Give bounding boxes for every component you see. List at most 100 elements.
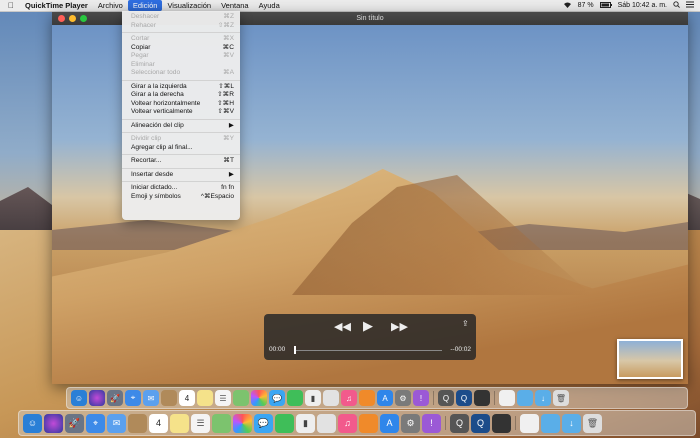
menu-separator (122, 118, 240, 120)
rewind-button[interactable]: ◀◀ (334, 320, 351, 333)
notes-icon[interactable] (170, 413, 189, 433)
screenshot-thumbnail[interactable] (617, 339, 683, 379)
battery-percent[interactable]: 87 % (578, 2, 594, 9)
battery-icon[interactable] (599, 1, 612, 10)
photos-icon[interactable] (251, 390, 267, 406)
menu-item-start-dictation[interactable]: Iniciar dictado... fn fn (122, 184, 240, 193)
launchpad-icon[interactable]: 🚀 (65, 413, 84, 433)
appstore-icon[interactable]: A (377, 390, 393, 406)
keynote-icon[interactable] (317, 413, 336, 433)
reminders-icon[interactable]: ☰ (191, 413, 210, 433)
mail-icon[interactable]: ✉ (143, 390, 159, 406)
menu-item-split-clip[interactable]: Dividir clip ⌘Y (122, 135, 240, 144)
downloads-icon[interactable]: ↓ (535, 390, 551, 406)
settings-icon[interactable]: ⚙ (401, 413, 420, 433)
menu-item-flip-horizontal[interactable]: Voltear horizontalmente ⇧⌘H (122, 100, 240, 109)
wifi-icon[interactable] (563, 1, 572, 10)
books-icon[interactable] (359, 390, 375, 406)
trash-icon[interactable]: 🗑 (583, 413, 602, 433)
quicktime-icon[interactable]: Q (438, 390, 454, 406)
clock[interactable]: Sáb 10:42 a. m. (618, 2, 667, 9)
menu-separator (122, 132, 240, 133)
menu-separator (122, 181, 240, 182)
notes-icon[interactable] (197, 390, 213, 406)
maps-icon[interactable] (233, 390, 249, 406)
calendar-icon[interactable]: 4 (149, 413, 168, 433)
menu-item-add-clip-end[interactable]: Agregar clip al final... (122, 144, 240, 153)
keynote-icon[interactable] (323, 390, 339, 406)
appstore-icon[interactable]: A (380, 413, 399, 433)
feedback-icon[interactable]: ! (422, 413, 441, 433)
menu-item-trim[interactable]: Recortar... ⌘T (122, 157, 240, 166)
contacts-icon[interactable] (128, 413, 147, 433)
folder-icon[interactable] (541, 413, 560, 433)
menu-item-delete[interactable]: Eliminar (122, 61, 240, 70)
mail-icon[interactable]: ✉ (107, 413, 126, 433)
facetime-icon[interactable] (287, 390, 303, 406)
settings-icon[interactable]: ⚙ (395, 390, 411, 406)
contacts-icon[interactable] (161, 390, 177, 406)
document-icon[interactable] (520, 413, 539, 433)
menu-item-flip-vertical[interactable]: Voltear verticalmente ⇧⌘V (122, 108, 240, 117)
quicktime-icon[interactable]: Q (450, 413, 469, 433)
menu-item-rotate-right[interactable]: Girar a la derecha ⇧⌘R (122, 91, 240, 100)
menu-item-cut[interactable]: Cortar ⌘X (122, 35, 240, 44)
siri-icon[interactable] (89, 390, 105, 406)
menu-item-insert-from[interactable]: Insertar desde ▶ (122, 171, 240, 180)
menu-app-name[interactable]: QuickTime Player (20, 0, 93, 11)
menu-item-paste[interactable]: Pegar ⌘V (122, 52, 240, 61)
photos-icon[interactable] (233, 413, 252, 433)
menu-ventana[interactable]: Ventana (216, 0, 254, 11)
books-icon[interactable] (359, 413, 378, 433)
numbers-icon[interactable]: ▮ (296, 413, 315, 433)
finder-icon[interactable]: ☺ (23, 413, 42, 433)
siri-icon[interactable] (44, 413, 63, 433)
menu-item-redo[interactable]: Rehacer ⇧⌘Z (122, 22, 240, 31)
document-icon[interactable] (499, 390, 515, 406)
finder-icon[interactable]: ☺ (71, 390, 87, 406)
menu-separator (122, 167, 240, 169)
current-time: 00:00 (269, 346, 286, 353)
share-button[interactable]: ⇪ (462, 319, 469, 328)
feedback-icon[interactable]: ! (413, 390, 429, 406)
itunes-icon[interactable]: ♫ (341, 390, 357, 406)
reminders-icon[interactable]: ☰ (215, 390, 231, 406)
menu-archivo[interactable]: Archivo (93, 0, 128, 11)
folder-icon[interactable] (517, 390, 533, 406)
notification-center-icon[interactable] (686, 1, 694, 10)
launchpad-icon[interactable]: 🚀 (107, 390, 123, 406)
calendar-icon[interactable]: 4 (179, 390, 195, 406)
search-icon[interactable] (673, 1, 680, 10)
safari-icon[interactable]: ⌖ (86, 413, 105, 433)
utility-icon[interactable] (492, 413, 511, 433)
quicktime-player-icon[interactable]: Q (471, 413, 490, 433)
facetime-icon[interactable] (275, 413, 294, 433)
scrubber-handle[interactable] (294, 346, 296, 354)
dock-separator (445, 416, 446, 430)
scrubber-track[interactable] (294, 350, 442, 351)
menu-item-select-all[interactable]: Seleccionar todo ⌘A (122, 69, 240, 78)
utility-icon[interactable] (474, 390, 490, 406)
menu-separator (122, 32, 240, 33)
messages-icon[interactable]: 💬 (254, 413, 273, 433)
trash-icon[interactable]: 🗑 (553, 390, 569, 406)
menu-item-copy[interactable]: Copiar ⌘C (122, 44, 240, 53)
menu-edicion[interactable]: Edición (127, 0, 163, 11)
menu-item-rotate-left[interactable]: Girar a la izquierda ⇧⌘L (122, 83, 240, 92)
maps-icon[interactable] (212, 413, 231, 433)
menu-item-emoji-symbols[interactable]: Emoji y símbolos ^⌘Espacio (122, 193, 240, 202)
menu-visualizacion[interactable]: Visualización (162, 0, 216, 11)
dock-separator (433, 391, 434, 405)
play-button[interactable]: ▶ (363, 318, 373, 334)
apple-menu-icon[interactable]:  (0, 0, 20, 11)
messages-icon[interactable]: 💬 (269, 390, 285, 406)
numbers-icon[interactable]: ▮ (305, 390, 321, 406)
safari-icon[interactable]: ⌖ (125, 390, 141, 406)
menu-item-undo[interactable]: Deshacer ⌘Z (122, 13, 240, 22)
fast-forward-button[interactable]: ▶▶ (391, 320, 408, 333)
quicktime-player-icon[interactable]: Q (456, 390, 472, 406)
menu-item-clip-alignment[interactable]: Alineación del clip ▶ (122, 122, 240, 131)
menu-ayuda[interactable]: Ayuda (254, 0, 285, 11)
downloads-icon[interactable]: ↓ (562, 413, 581, 433)
itunes-icon[interactable]: ♫ (338, 413, 357, 433)
